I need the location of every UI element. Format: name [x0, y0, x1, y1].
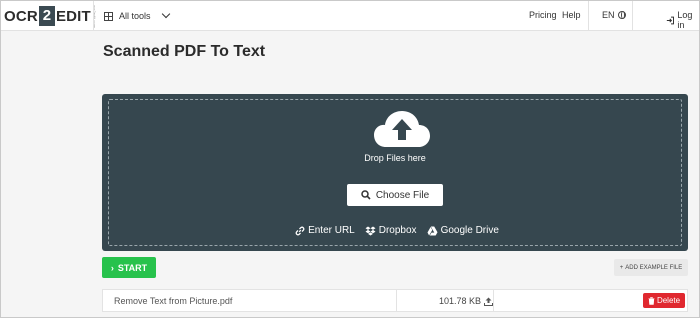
logo-ocr: OCR [4, 7, 38, 25]
login-label: Log in [677, 10, 693, 30]
drop-files-text: Drop Files here [364, 153, 426, 163]
delete-file-button[interactable]: Delete [643, 293, 685, 308]
chevron-right-icon: › [110, 262, 114, 273]
chevron-down-icon [161, 9, 170, 19]
trash-icon [648, 296, 655, 305]
choose-file-label: Choose File [375, 189, 430, 201]
grid-icon [104, 11, 113, 21]
dropzone-border: Drop Files here Choose File Enter URL Dr… [108, 99, 682, 246]
start-label: START [117, 262, 148, 273]
top-navbar: OCR 2 EDIT ocr2edit.com All tools Pricin… [0, 0, 700, 31]
upload-icon [484, 297, 494, 306]
start-button[interactable]: › START [102, 257, 156, 278]
nav-help-link[interactable]: Help [562, 10, 581, 20]
language-selector[interactable]: EN [602, 10, 626, 20]
file-size-value: 101.78 KB [439, 296, 482, 306]
enter-url-button[interactable]: Enter URL [295, 225, 355, 236]
file-dropzone[interactable]: Drop Files here Choose File Enter URL Dr… [102, 94, 688, 251]
upload-sources: Enter URL Dropbox Google Drive [109, 225, 681, 236]
plus-icon: + [619, 264, 624, 271]
delete-label: Delete [656, 296, 681, 305]
row-divider [396, 290, 397, 311]
add-example-label: ADD EXAMPLE FILE [625, 264, 683, 271]
nav-divider [588, 0, 589, 31]
login-link[interactable]: Log in [666, 10, 700, 30]
dropbox-label: Dropbox [378, 225, 417, 236]
globe-icon [617, 11, 626, 19]
all-tools-label: All tools [119, 11, 151, 21]
enter-url-label: Enter URL [308, 225, 355, 236]
logo-two: 2 [38, 6, 55, 26]
file-size: 101.78 KB [439, 296, 494, 306]
add-example-file-button[interactable]: + ADD EXAMPLE FILE [614, 259, 688, 276]
google-drive-label: Google Drive [440, 225, 499, 236]
nav-divider [93, 0, 94, 31]
link-icon [295, 226, 305, 235]
logo[interactable]: OCR 2 EDIT ocr2edit.com [4, 5, 97, 28]
language-label: EN [602, 10, 615, 20]
file-name: Remove Text from Picture.pdf [114, 296, 233, 306]
sign-in-icon [666, 16, 674, 24]
google-drive-button[interactable]: Google Drive [427, 225, 499, 236]
file-row: Remove Text from Picture.pdf 101.78 KB D… [102, 289, 688, 312]
cloud-upload-icon [374, 111, 430, 147]
dropbox-icon [365, 226, 376, 235]
nav-divider [632, 0, 633, 31]
page-title: Scanned PDF To Text [103, 43, 266, 60]
all-tools-menu[interactable]: All tools [104, 8, 170, 24]
row-divider [493, 290, 494, 311]
choose-file-button[interactable]: Choose File [347, 184, 443, 206]
google-drive-icon [427, 226, 438, 235]
search-icon [361, 190, 371, 200]
logo-edit: EDIT [55, 7, 91, 25]
dropbox-button[interactable]: Dropbox [365, 225, 417, 236]
nav-pricing-link[interactable]: Pricing [529, 10, 557, 20]
